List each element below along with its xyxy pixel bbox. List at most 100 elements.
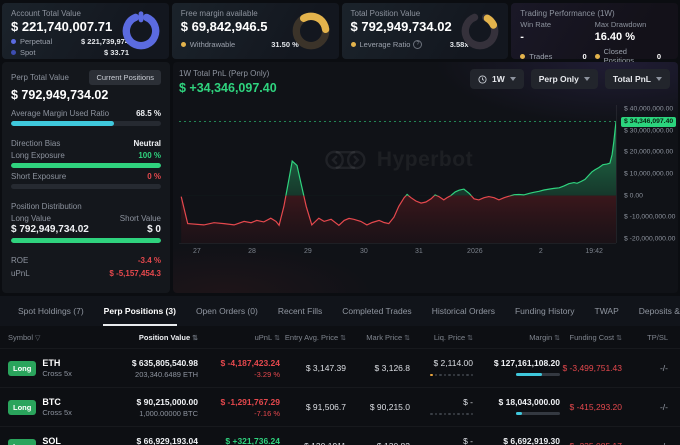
liq-dot-icon: [439, 374, 442, 377]
mark-price-cell: $ 3,126.8: [346, 363, 410, 373]
symbol-info: ETHCross 5x: [42, 358, 72, 378]
distribution-bar: [11, 238, 161, 243]
chevron-down-icon: [510, 77, 516, 81]
column-header-funding-cost[interactable]: Funding Cost⇅: [560, 333, 622, 342]
liq-price-value: $ 2,114.00: [410, 358, 473, 368]
table-row-sol[interactable]: LongSOLCross 10x$ 66,929,193.04511,612.8…: [0, 426, 680, 445]
scope-value: Perp Only: [539, 74, 579, 84]
tab-twap[interactable]: TWAP: [585, 296, 629, 326]
column-header-upnl[interactable]: uPnL⇅: [198, 333, 280, 342]
legend-label: Perpetual: [20, 37, 52, 46]
win-rate-value: -: [520, 31, 594, 43]
margin-usage-bar: [516, 373, 560, 376]
symbol-leverage: Cross 5x: [42, 369, 72, 378]
symbol-name: SOL: [42, 436, 76, 445]
symbol-info: BTCCross 5x: [42, 397, 72, 417]
table-row-btc[interactable]: Long BTCCross 5x $ 90,215,000.00 1,000.0000…: [0, 387, 680, 426]
y-tick-label: $ 0.00: [624, 192, 643, 199]
chart-body: Hyperbot 27282930312026219:42 $ 34,346,0…: [179, 105, 678, 259]
symbol-cell: Long BTCCross 5x: [8, 397, 112, 417]
roe-value: -3.4 %: [138, 256, 161, 265]
win-rate-label: Win Rate: [520, 20, 594, 29]
y-tick-label: $ 40,000,000.00: [624, 106, 673, 113]
tab-historical-orders[interactable]: Historical Orders: [422, 296, 505, 326]
chart-title: 1W Total PnL (Perp Only): [179, 69, 277, 78]
liq-dot-icon: [462, 374, 465, 377]
liq-dot-icon: [462, 413, 465, 416]
long-exposure-value: 100 %: [138, 151, 161, 160]
metric-dropdown[interactable]: Total PnL: [605, 69, 670, 89]
current-value-badge: $ 34,346,097.40: [621, 117, 676, 127]
legend-label: Spot: [20, 48, 35, 57]
max-drawdown-label: Max Drawdown: [595, 20, 669, 29]
upnl-cell: $ -4,187,423.24-3.29 %: [198, 358, 280, 379]
info-icon[interactable]: ?: [413, 40, 422, 49]
chart-current-value: $ +34,346,097.40: [179, 81, 277, 95]
short-value-label: Short Value: [120, 214, 161, 223]
position-value-cell-sub: 1,000.00000 BTC: [112, 409, 198, 418]
chevron-down-icon: [584, 77, 590, 81]
column-header-label: TP/SL: [647, 333, 668, 342]
liq-dot-icon: [430, 374, 433, 377]
card-trading-performance: Trading Performance (1W) Win Rate - Max …: [511, 3, 678, 59]
pnl-chart-plot[interactable]: Hyperbot 27282930312026219:42: [179, 105, 617, 243]
long-exposure-label: Long Exposure: [11, 151, 65, 160]
column-header-mark-price[interactable]: Mark Price⇅: [346, 333, 410, 342]
legend-row-spot: Spot $ 33.71: [11, 48, 129, 57]
y-tick-label: $ -20,000,000.00: [624, 235, 675, 242]
y-tick-label: $ -10,000,000.00: [624, 214, 675, 221]
stats-cards-row: Account Total Value $ 221,740,007.71 Per…: [0, 0, 680, 59]
column-header-entry-avg-price[interactable]: Entry Avg. Price⇅: [280, 333, 346, 342]
x-tick-label: 19:42: [585, 248, 603, 255]
liq-dot-icon: [457, 413, 460, 416]
x-tick-label: 31: [415, 248, 423, 255]
entry-price-cell-main: $ 3,147.39: [280, 363, 346, 373]
liq-dot-icon: [448, 413, 451, 416]
short-exposure-bar: [11, 184, 161, 189]
long-value-label: Long Value: [11, 214, 51, 223]
tab-recent-fills[interactable]: Recent Fills: [268, 296, 332, 326]
closed-positions-dot-icon: [595, 54, 600, 59]
entry-price-cell-main: $ 91,506.7: [280, 402, 346, 412]
margin-value: $ 127,161,108.20: [473, 358, 560, 368]
scope-dropdown[interactable]: Perp Only: [531, 69, 598, 89]
liq-dot-icon: [444, 413, 447, 416]
tab-deposits-withdraw[interactable]: Deposits & Withdraw: [629, 296, 680, 326]
filter-icon[interactable]: ▽: [35, 335, 40, 342]
column-header-position-value[interactable]: Position Value⇅: [112, 333, 198, 342]
tab-open-orders-0[interactable]: Open Orders (0): [186, 296, 268, 326]
column-header-label: Position Value: [139, 333, 190, 342]
tab-spot-holdings-7[interactable]: Spot Holdings (7): [8, 296, 94, 326]
tab-completed-trades[interactable]: Completed Trades: [332, 296, 421, 326]
closed-positions-value: 0: [657, 52, 661, 61]
funding-cost-cell-main: $ -415,293.20: [560, 402, 622, 412]
card-total-position-value: Total Position Value $ 792,949,734.02 Le…: [342, 3, 509, 59]
upnl-cell-main: $ -4,187,423.24: [198, 358, 280, 368]
side-badge: Long: [8, 400, 36, 415]
x-tick-label: 30: [360, 248, 368, 255]
column-header-tp-sl[interactable]: TP/SL: [622, 333, 668, 342]
tab-funding-history[interactable]: Funding History: [505, 296, 585, 326]
column-header-symbol[interactable]: Symbol▽: [8, 333, 112, 342]
table-row-eth[interactable]: LongETHCross 5x$ 635,805,540.98203,340.6…: [0, 348, 680, 387]
position-value-cell-main: $ 90,215,000.00: [112, 397, 198, 407]
column-header-label: Mark Price: [366, 333, 402, 342]
margin-cell: $ 127,161,108.20: [473, 358, 560, 378]
upnl-cell: $ -1,291,767.29-7.16 %: [198, 397, 280, 418]
tpsl-cell: -/-: [622, 363, 668, 373]
roe-label: ROE: [11, 256, 28, 265]
column-header-liq-price[interactable]: Liq. Price⇅: [410, 333, 473, 342]
liq-dot-icon: [435, 413, 438, 416]
upnl-cell-main: $ -1,291,767.29: [198, 397, 280, 407]
period-dropdown[interactable]: 1W: [470, 69, 524, 89]
position-value-cell-main: $ 66,929,193.04: [112, 436, 198, 445]
current-positions-button[interactable]: Current Positions: [89, 70, 161, 85]
trades-label: Trades: [529, 52, 552, 61]
tab-perp-positions-3[interactable]: Perp Positions (3): [94, 296, 186, 326]
side-badge: Long: [8, 361, 36, 376]
column-header-margin[interactable]: Margin⇅: [473, 333, 560, 342]
legend-label: Leverage Ratio: [360, 40, 411, 49]
perp-total-value-label: Perp Total Value: [11, 73, 69, 82]
liq-price-cell: $ 2,114.00: [410, 358, 473, 378]
trades-value: 0: [582, 52, 586, 61]
